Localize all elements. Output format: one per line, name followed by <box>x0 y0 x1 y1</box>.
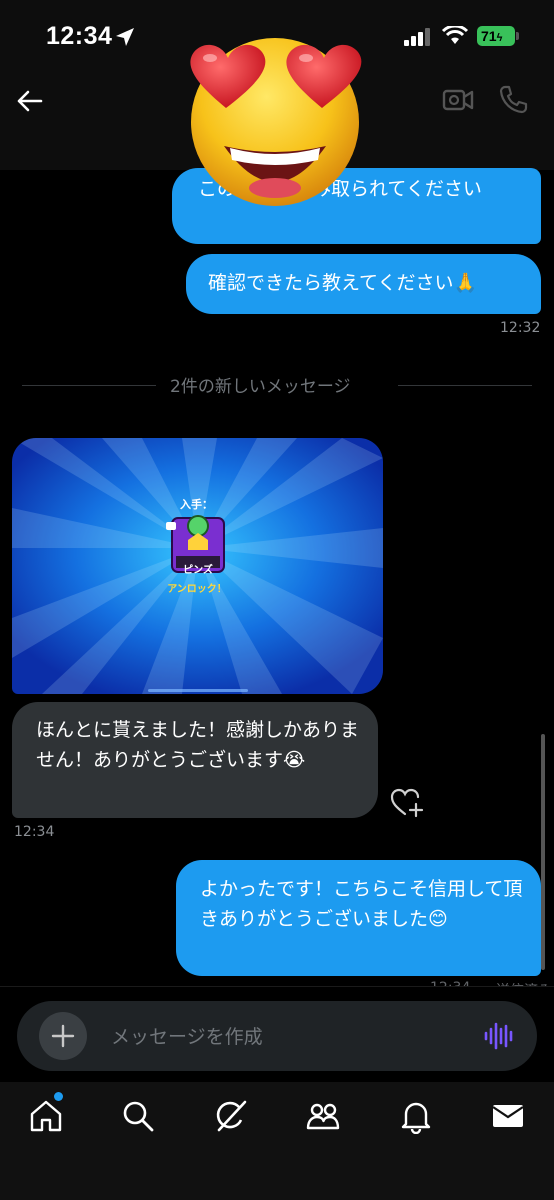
scrollbar[interactable] <box>541 734 545 970</box>
communities-icon[interactable] <box>305 1098 341 1134</box>
divider-line <box>22 385 156 386</box>
new-messages-divider: 2件の新しいメッセージ <box>22 372 532 397</box>
outgoing-message-bubble[interactable]: よかったです！こちらこそ信用して頂きありがとうございました😊 <box>176 860 541 976</box>
message-timestamp: 12:34 <box>14 824 55 840</box>
divider-line <box>398 385 532 386</box>
message-text: ほんとに貰えました！感謝しかありません！ありがとうございます😭 <box>36 719 360 771</box>
status-time: 12:34 <box>46 22 113 50</box>
reward-title: 入手： <box>180 498 213 511</box>
message-input[interactable]: メッセージを作成 <box>111 1022 263 1049</box>
message-composer[interactable]: メッセージを作成 <box>17 1001 537 1071</box>
notifications-icon[interactable] <box>398 1098 434 1134</box>
notification-dot <box>54 1092 63 1101</box>
reward-unlock-label: アンロック！ <box>167 584 227 595</box>
grok-icon[interactable] <box>213 1098 249 1134</box>
location-arrow-icon <box>116 28 134 46</box>
message-text: 確認できたら教えてください🙏 <box>208 272 478 294</box>
heart-eyes-emoji <box>190 38 362 206</box>
message-timestamp: 12:32 <box>500 320 541 336</box>
battery-icon: 71ϟ <box>477 26 515 46</box>
phone-icon[interactable] <box>498 84 528 114</box>
battery-tip <box>516 32 519 40</box>
wifi-icon <box>441 26 469 44</box>
reward-item-label: ピンズ <box>183 565 213 576</box>
charging-bolt-icon: ϟ <box>496 32 503 44</box>
incoming-message-bubble[interactable]: ほんとに貰えました！感謝しかありません！ありがとうございます😭 <box>12 702 378 818</box>
battery-level: 71 <box>481 28 497 44</box>
signal-icon <box>404 28 430 46</box>
outgoing-message-bubble[interactable]: 確認できたら教えてください🙏 <box>186 254 541 314</box>
composer-area: メッセージを作成 <box>0 986 554 1082</box>
message-text: よかったです！こちらこそ信用して頂きありがとうございました😊 <box>200 878 523 930</box>
video-call-icon[interactable] <box>442 86 474 114</box>
add-reaction-icon[interactable] <box>390 788 424 818</box>
bottom-tab-bar <box>0 1082 554 1200</box>
back-arrow-icon[interactable] <box>14 86 44 116</box>
image-attachment[interactable]: 入手： ピンズ アンロック！ <box>12 438 383 694</box>
search-icon[interactable] <box>120 1098 156 1134</box>
plus-icon <box>51 1024 75 1048</box>
new-messages-label: 2件の新しいメッセージ <box>170 377 351 397</box>
voice-message-icon[interactable] <box>483 1021 513 1051</box>
messages-icon[interactable] <box>490 1098 526 1134</box>
add-media-button[interactable] <box>39 1012 87 1060</box>
home-icon[interactable] <box>28 1098 64 1134</box>
